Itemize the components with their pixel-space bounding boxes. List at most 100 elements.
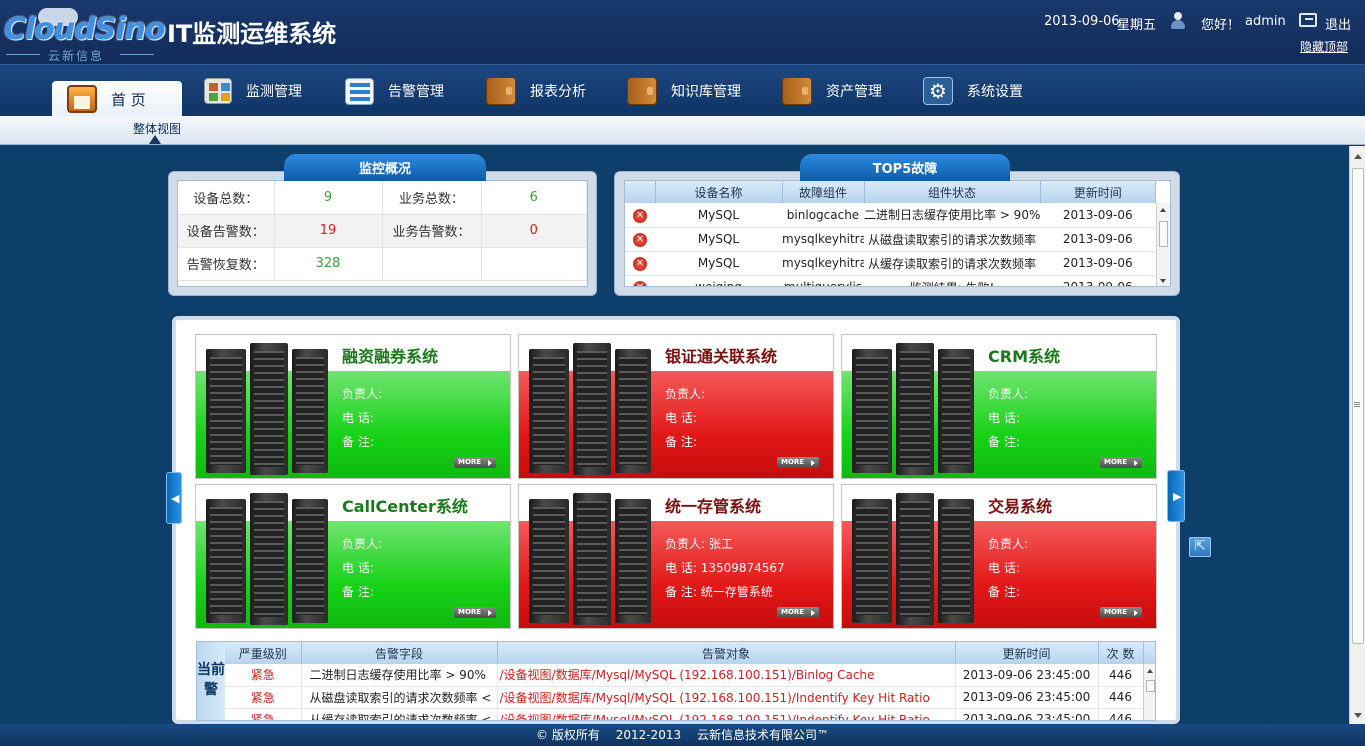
- table-row[interactable]: 紧急 二进制日志缓存使用比率 > 90% /设备视图/数据库/Mysql/MyS…: [225, 664, 1155, 687]
- logo-brand-text: CloudSino: [4, 12, 166, 47]
- column-header: 设备名称: [655, 181, 783, 203]
- system-card[interactable]: 统一存管系统 负责人: 张工 电 话: 13509874567 备 注: 统一存…: [518, 484, 834, 629]
- device-total-value[interactable]: 9: [274, 181, 383, 215]
- business-total-label: 业务总数：: [382, 181, 482, 215]
- monitor-icon: [204, 78, 232, 104]
- footer: © 版权所有 2012-2013 云新信息技术有限公司™: [0, 724, 1365, 746]
- sub-nav: 整体视图: [0, 116, 1365, 145]
- server-rack-icon: [852, 341, 976, 477]
- next-page-arrow-icon[interactable]: ▶: [1167, 470, 1185, 522]
- recovered-value[interactable]: 328: [274, 247, 383, 281]
- business-alarm-value[interactable]: 0: [481, 214, 587, 248]
- scroll-up-icon[interactable]: [1354, 154, 1362, 159]
- table-row[interactable]: 紧急 从磁盘读取索引的请求次数频率 < /设备视图/数据库/Mysql/MySQ…: [225, 686, 1155, 709]
- owner-label: 负责人:: [988, 537, 1029, 551]
- system-card[interactable]: CRM系统 负责人: 电 话: 备 注: MORE: [841, 334, 1157, 479]
- knowledge-book-icon: [627, 77, 657, 105]
- logout-icon[interactable]: [1299, 13, 1317, 27]
- gear-icon: ⚙: [923, 77, 953, 105]
- scroll-down-icon[interactable]: [1160, 279, 1166, 283]
- table-row[interactable]: ✕ MySQL mysqlkeyhitrat 从磁盘读取索引的请求次数频率 20…: [625, 227, 1156, 252]
- scroll-thumb[interactable]: [1352, 168, 1364, 644]
- top5-table: 设备名称 故障组件 组件状态 更新时间 ✕ MySQL binlogcache …: [625, 181, 1156, 286]
- scroll-down-icon[interactable]: [1354, 713, 1362, 718]
- cloudsino-logo: CloudSino 云新信息: [4, 6, 166, 63]
- hide-top-link[interactable]: 隐藏顶部: [1300, 38, 1348, 55]
- top-header: CloudSino 云新信息 IT监测运维系统 2013-09-06 星期五 您…: [0, 0, 1365, 64]
- overview-panel: 设备总数： 9 业务总数： 6 设备告警数： 19 业务告警数： 0 告警恢复数…: [168, 171, 597, 296]
- nav-label: 报表分析: [530, 84, 586, 100]
- logout-link[interactable]: 退出: [1325, 14, 1351, 33]
- overview-tab: 监控概况: [284, 154, 486, 181]
- system-name: 交易系统: [988, 497, 1053, 516]
- nav-label: 监测管理: [246, 84, 302, 100]
- system-card[interactable]: 融资融券系统 负责人: 电 话: 备 注: MORE: [195, 334, 511, 479]
- top5-panel: 设备名称 故障组件 组件状态 更新时间 ✕ MySQL binlogcache …: [614, 171, 1180, 296]
- phone-label: 电 话:: [342, 411, 374, 425]
- more-button[interactable]: MORE: [1100, 457, 1142, 468]
- nav-label: 告警管理: [388, 84, 444, 100]
- column-header: 次 数: [1098, 642, 1144, 664]
- phone-field: 电 话: 13509874567: [665, 561, 785, 575]
- current-alarms-panel: 当前警 严重级别 告警字段 告警对象 更新时间 次 数 紧急 二进制日志缓存使用…: [196, 641, 1156, 721]
- column-header: 更新时间: [955, 642, 1099, 664]
- fault-error-icon: ✕: [633, 281, 647, 286]
- nav-item-settings[interactable]: ⚙ 系统设置: [923, 75, 1023, 107]
- server-rack-icon: [206, 491, 330, 627]
- more-button[interactable]: MORE: [454, 607, 496, 618]
- note-label: 备 注:: [665, 435, 697, 449]
- device-total-label: 设备总数：: [178, 181, 275, 215]
- table-row[interactable]: 紧急 从缓存读取索引的请求次数频率 < /设备视图/数据库/Mysql/MySQ…: [225, 708, 1155, 720]
- nav-item-asset[interactable]: 资产管理: [782, 75, 882, 107]
- fault-error-icon: ✕: [633, 257, 647, 271]
- alarm-list-icon: [345, 77, 374, 105]
- more-button[interactable]: MORE: [454, 457, 496, 468]
- nav-item-alarm[interactable]: 告警管理: [345, 75, 444, 107]
- nav-item-monitor[interactable]: 监测管理: [204, 75, 302, 107]
- user-icon: [1170, 12, 1186, 30]
- server-rack-icon: [529, 491, 653, 627]
- nav-item-report[interactable]: 报表分析: [486, 75, 586, 107]
- column-header: 更新时间: [1040, 181, 1156, 203]
- prev-page-arrow-icon[interactable]: ◀: [166, 472, 182, 524]
- main-nav: 首 页 监测管理 告警管理 报表分析 知识库管理 资产管理 ⚙ 系统设置: [0, 64, 1365, 117]
- company-name: 云新信息技术有限公司™: [696, 728, 829, 742]
- system-name: 统一存管系统: [665, 497, 762, 516]
- subnav-active-arrow-icon: [149, 135, 161, 144]
- table-row[interactable]: ✕ MySQL mysqlkeyhitrat 从缓存读取索引的请求次数频率 20…: [625, 251, 1156, 276]
- page-scrollbar[interactable]: [1349, 146, 1365, 724]
- scroll-thumb[interactable]: [1146, 680, 1155, 692]
- report-book-icon: [486, 77, 516, 105]
- owner-label: 负责人:: [342, 537, 383, 551]
- phone-label: 电 话:: [988, 411, 1020, 425]
- alarms-table: 严重级别 告警字段 告警对象 更新时间 次 数 紧急 二进制日志缓存使用比率 >…: [225, 642, 1155, 720]
- nav-item-knowledge[interactable]: 知识库管理: [627, 75, 741, 107]
- nav-item-home[interactable]: 首 页: [52, 81, 182, 117]
- top5-scrollbar[interactable]: [1156, 203, 1170, 286]
- column-header: 故障组件: [782, 181, 865, 203]
- system-name: CRM系统: [988, 347, 1060, 366]
- table-row[interactable]: ✕ MySQL binlogcache 二进制日志缓存使用比率 > 90% 20…: [625, 203, 1156, 228]
- business-total-value[interactable]: 6: [481, 181, 587, 215]
- greeting-text: 您好！: [1201, 18, 1241, 33]
- phone-label: 电 话:: [665, 411, 697, 425]
- device-alarm-label: 设备告警数：: [178, 214, 275, 248]
- scroll-thumb[interactable]: [1159, 221, 1168, 247]
- table-row[interactable]: ✕ weiqing multiquerylis 监测结果: 失败! 2013-0…: [625, 275, 1156, 286]
- system-card[interactable]: CallCenter系统 负责人: 电 话: 备 注: MORE: [195, 484, 511, 629]
- alarms-scrollbar[interactable]: [1143, 664, 1155, 720]
- business-alarm-label: 业务告警数：: [382, 214, 482, 248]
- scroll-up-icon[interactable]: [1147, 669, 1153, 673]
- system-card[interactable]: 银证通关联系统 负责人: 电 话: 备 注: MORE: [518, 334, 834, 479]
- scroll-up-icon[interactable]: [1160, 208, 1166, 212]
- device-alarm-value[interactable]: 19: [274, 214, 383, 248]
- more-button[interactable]: MORE: [777, 607, 819, 618]
- nav-label: 首 页: [111, 90, 146, 109]
- fault-error-icon: ✕: [633, 233, 647, 247]
- expand-icon[interactable]: ⇱: [1189, 537, 1211, 557]
- copyright-years: 2012-2013: [615, 728, 682, 742]
- system-title: IT监测运维系统: [167, 20, 337, 48]
- more-button[interactable]: MORE: [777, 457, 819, 468]
- system-card[interactable]: 交易系统 负责人: 电 话: 备 注: MORE: [841, 484, 1157, 629]
- more-button[interactable]: MORE: [1100, 607, 1142, 618]
